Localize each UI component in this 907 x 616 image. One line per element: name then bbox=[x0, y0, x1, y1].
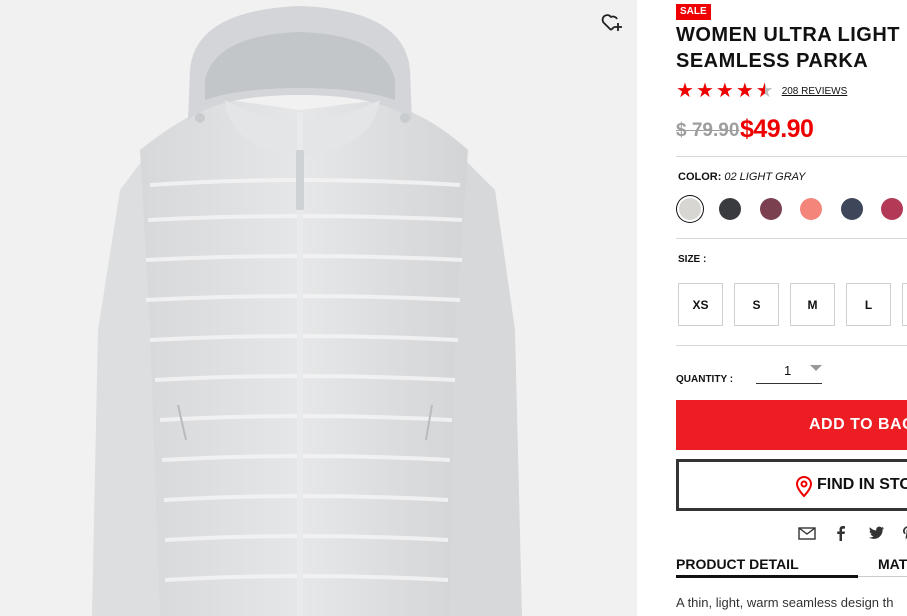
quantity-value: 1 bbox=[784, 363, 792, 378]
wishlist-heart-icon[interactable] bbox=[600, 11, 624, 35]
tab-materials[interactable]: MAT bbox=[878, 556, 907, 572]
reviews-link[interactable]: 208 REVIEWS bbox=[782, 86, 848, 97]
find-in-store-label: FIND IN STORE bbox=[817, 476, 907, 493]
half-star-icon: ★ bbox=[755, 80, 774, 102]
divider bbox=[676, 345, 907, 346]
product-title-line2: SEAMLESS PARKA bbox=[676, 50, 869, 72]
size-option-s[interactable]: S bbox=[734, 283, 779, 326]
tab-product-detail[interactable]: PRODUCT DETAIL bbox=[676, 556, 799, 572]
product-image-area bbox=[0, 0, 637, 616]
size-option-xs[interactable]: XS bbox=[678, 283, 723, 326]
color-swatch-light-gray[interactable] bbox=[679, 198, 701, 220]
divider bbox=[676, 156, 907, 157]
product-info-panel: SALE WOMEN ULTRA LIGHT D SEAMLESS PARKA … bbox=[676, 0, 907, 616]
star-icon: ★ bbox=[715, 80, 734, 102]
star-icon: ★ bbox=[735, 80, 754, 102]
rating: ★ ★ ★ ★ ★ 208 REVIEWS bbox=[676, 81, 847, 101]
quantity-label: QUANTITY : bbox=[676, 374, 734, 385]
quantity-select[interactable]: 1 bbox=[756, 361, 822, 384]
color-swatch-wine[interactable] bbox=[760, 198, 782, 220]
color-label: COLOR: 02 LIGHT GRAY bbox=[678, 171, 806, 183]
star-icon: ★ bbox=[676, 80, 694, 102]
chevron-down-icon bbox=[810, 365, 822, 371]
location-pin-icon bbox=[795, 476, 813, 498]
color-swatch-raspberry[interactable] bbox=[881, 198, 903, 220]
facebook-share-icon[interactable] bbox=[832, 524, 850, 542]
size-option-l[interactable]: L bbox=[846, 283, 891, 326]
sale-price: $49.90 bbox=[740, 115, 814, 143]
email-share-icon[interactable] bbox=[798, 524, 816, 542]
add-to-bag-label: ADD TO BAG bbox=[809, 416, 907, 433]
product-description: A thin, light, warm seamless design th bbox=[676, 595, 894, 610]
find-in-store-button[interactable]: FIND IN STORE bbox=[676, 459, 907, 511]
product-title: WOMEN ULTRA LIGHT D SEAMLESS PARKA bbox=[676, 22, 907, 74]
color-label-text: COLOR: bbox=[678, 171, 722, 183]
add-to-bag-button[interactable]: ADD TO BAG bbox=[676, 400, 907, 450]
size-label: SIZE : bbox=[678, 254, 707, 265]
product-title-line1: WOMEN ULTRA LIGHT D bbox=[676, 24, 907, 46]
selected-color-name: 02 LIGHT GRAY bbox=[724, 171, 806, 183]
size-option-xl[interactable] bbox=[902, 283, 907, 326]
size-option-m[interactable]: M bbox=[790, 283, 835, 326]
tab-underline bbox=[858, 576, 907, 577]
sale-badge: SALE bbox=[676, 4, 711, 20]
color-swatch-coral[interactable] bbox=[800, 198, 822, 220]
product-image[interactable] bbox=[0, 0, 637, 616]
active-tab-indicator bbox=[676, 575, 858, 578]
twitter-share-icon[interactable] bbox=[867, 524, 885, 542]
color-swatch-dark-gray[interactable] bbox=[719, 198, 741, 220]
color-swatch-navy[interactable] bbox=[841, 198, 863, 220]
divider bbox=[676, 238, 907, 239]
star-icon: ★ bbox=[695, 80, 714, 102]
original-price: $ 79.90 bbox=[676, 120, 740, 141]
pinterest-share-icon[interactable] bbox=[900, 524, 907, 542]
